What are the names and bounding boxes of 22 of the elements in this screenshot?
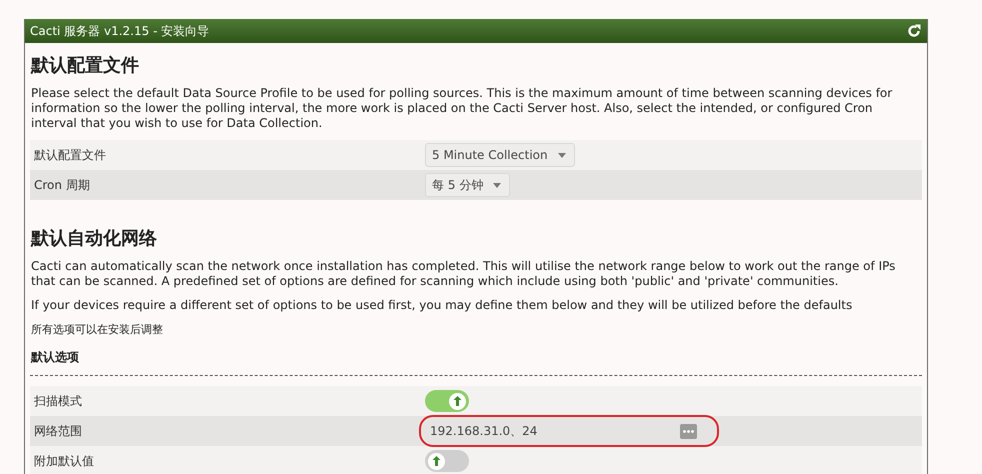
input-field[interactable]: 192.168.31.0、24 [425,420,699,442]
note: 所有选项可以在安装后调整 [31,322,164,337]
dropdown[interactable]: 每 5 分钟 [425,173,510,197]
refresh-icon[interactable] [907,24,921,38]
window-title: Cacti 服务器 v1.2.15 - 安装向导 [30,22,210,40]
description: If your devices require a different set of options to be used first, you may define them below and they will be utilized before the defaults [31,298,854,313]
description: Please select the default Data Source Profile to be used for polling sources. This is the maximum amount of time between scanning devices for information so the lower the polling interval, the more work is placed on the Cacti Server host. Also, select the intended, or configured Cron interval that you wish to use for Data Collection. [31,86,894,131]
section-heading: 默认配置文件 [31,54,140,77]
caret-icon [493,182,502,188]
field-label: 网络范围 [33,422,83,440]
field-label: 默认配置文件 [33,146,107,164]
caret-icon [558,152,566,158]
subsection-heading: 默认选项 [30,349,922,376]
section-heading: 默认自动化网络 [31,227,158,250]
toggle-switch[interactable] [425,450,469,472]
dropdown[interactable]: 5 Minute Collection [425,143,575,167]
more-icon[interactable] [680,424,697,438]
field-label: Cron 周期 [33,176,91,194]
toggle-switch[interactable] [425,390,469,412]
field-label: 附加默认值 [33,452,95,470]
description: Cacti can automatically scan the network once installation has completed. This will utilise the network range below to work out the range of IPs that can be scanned. A predefined set of options are defined for scanning which include using both 'public' and 'private' communities. [31,259,896,289]
field-label: 扫描模式 [33,392,83,410]
